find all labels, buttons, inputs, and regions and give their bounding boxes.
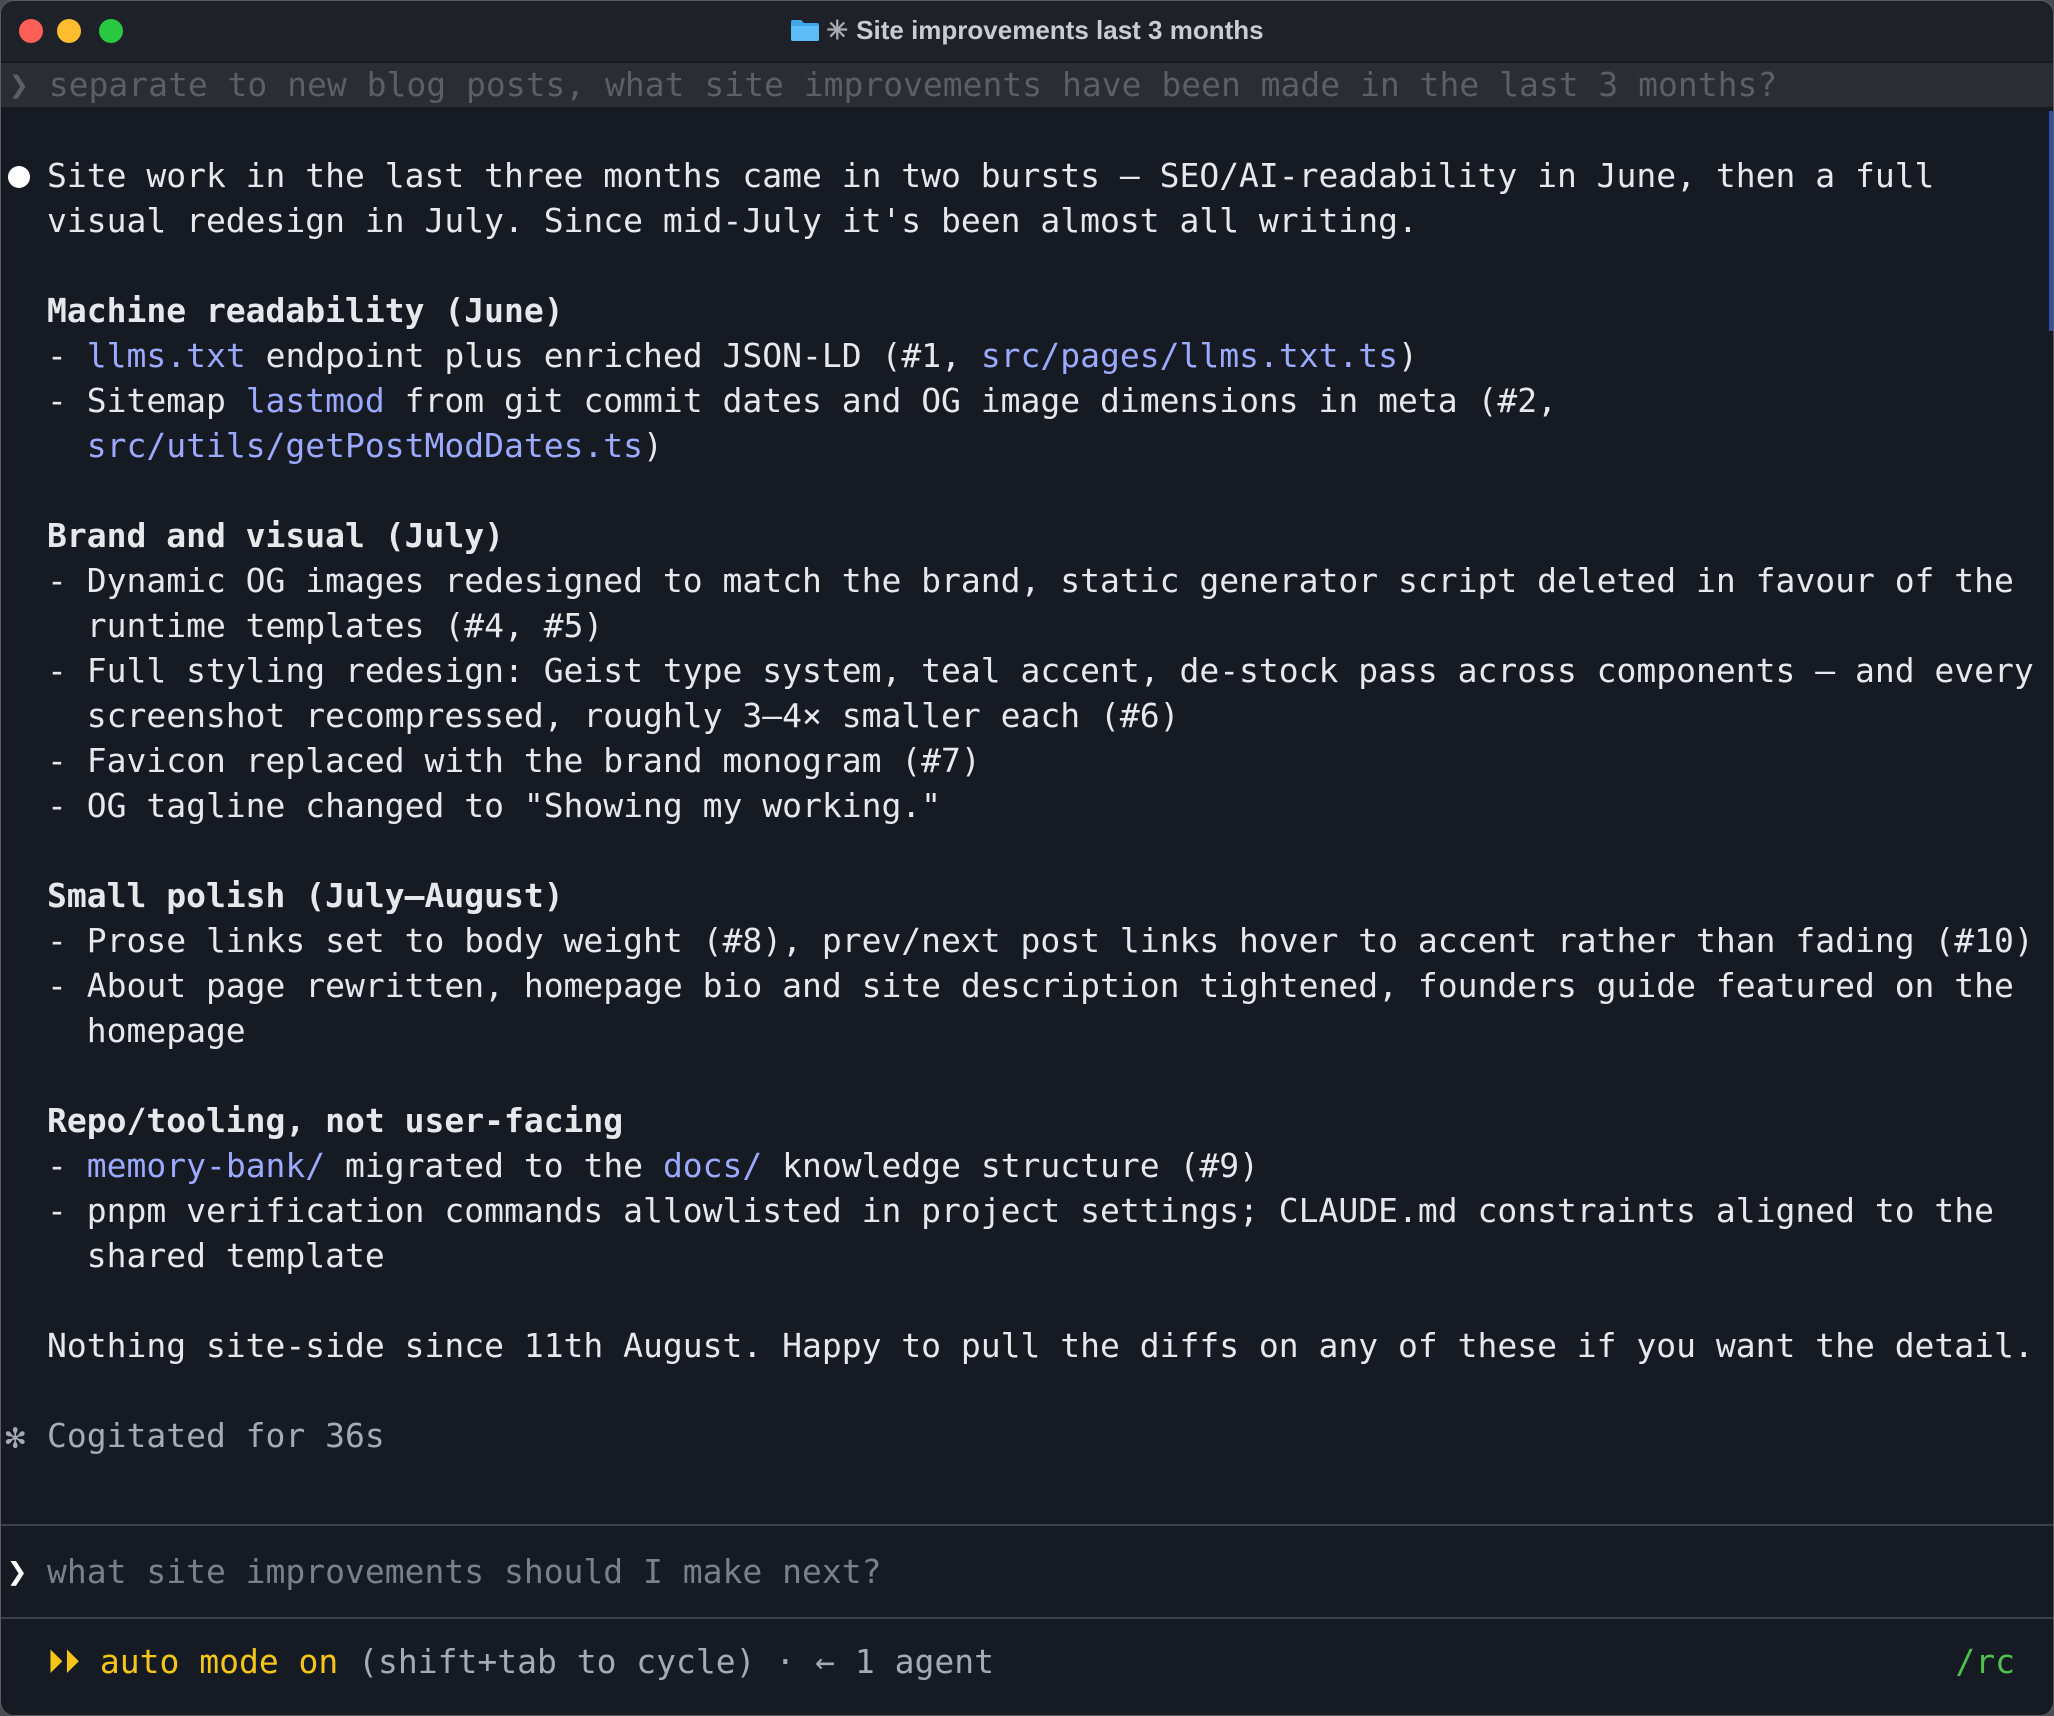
section-bullet-line: - About page rewritten, homepage bio and… — [47, 963, 2014, 1008]
section-bullet-line: shared template — [47, 1233, 385, 1278]
section-bullet-line: runtime templates (#4, #5) — [47, 603, 604, 648]
section-bullet-line: - pnpm verification commands allowlisted… — [47, 1188, 1994, 1233]
section-bullet-line: - Full styling redesign: Geist type syst… — [47, 648, 2034, 693]
section-heading: Brand and visual (July) — [47, 516, 504, 555]
auto-mode-icon: ⏵⏵ — [47, 1642, 80, 1681]
bullet-text: - — [47, 1146, 87, 1185]
input-chevron-icon: ❯ — [7, 1552, 28, 1592]
response-intro-line: Site work in the last three months came … — [47, 156, 1935, 195]
response-closing-line: Nothing site-side since 11th August. Hap… — [47, 1326, 2034, 1365]
bullet-text — [47, 426, 87, 465]
section-heading: Small polish (July–August) — [47, 876, 564, 915]
section-bullet-line: - Favicon replaced with the brand monogr… — [47, 738, 981, 783]
section-bullet-line: - Prose links set to body weight (#8), p… — [47, 918, 2034, 963]
bullet-text: - OG tagline changed to "Showing my work… — [47, 786, 942, 825]
prompt-chevron-icon: ❯ — [9, 65, 29, 104]
terminal-window: ✳ Site improvements last 3 months ❯ separ… — [0, 0, 2054, 1716]
bullet-text: shared template — [47, 1236, 385, 1275]
bullet-text: ) — [1398, 336, 1418, 375]
code-path-link[interactable]: docs/ — [663, 1146, 762, 1185]
bullet-text: - Full styling redesign: Geist type syst… — [47, 651, 2034, 690]
bullet-text: - Favicon replaced with the brand monogr… — [47, 741, 981, 780]
spark-icon: ✳ — [826, 15, 849, 45]
bullet-text: - Prose links set to body weight (#8), p… — [47, 921, 2034, 960]
mode-hint: (shift+tab to cycle) — [338, 1642, 756, 1681]
code-path-link[interactable]: memory-bank/ — [87, 1146, 325, 1185]
section-bullet-line: - llms.txt endpoint plus enriched JSON-L… — [47, 333, 1418, 378]
bullet-text: from git commit dates and OG image dimen… — [384, 381, 1557, 420]
window-title: Site improvements last 3 months — [856, 15, 1264, 45]
bullet-text: - pnpm verification commands allowlisted… — [47, 1191, 1995, 1230]
section-bullet-line: - Dynamic OG images redesigned to match … — [47, 558, 2014, 603]
section-heading: Machine readability (June) — [47, 291, 564, 330]
title-bar: ✳ Site improvements last 3 months — [1, 1, 2053, 61]
previous-prompt: ❯ separate to new blog posts, what site … — [1, 63, 2053, 107]
auto-mode-label: auto mode on — [99, 1642, 339, 1681]
prompt-input[interactable] — [47, 1549, 2007, 1595]
window-title-area: ✳ Site improvements last 3 months — [1, 13, 2053, 47]
agent-count: ← 1 agent — [815, 1642, 994, 1681]
section-bullet-line: - memory-bank/ migrated to the docs/ kno… — [47, 1143, 1259, 1188]
bullet-text: - About page rewritten, homepage bio and… — [47, 966, 2014, 1005]
response-intro-line: visual redesign in July. Since mid-July … — [47, 201, 1418, 240]
bullet-text: knowledge structure (#9) — [762, 1146, 1259, 1185]
bullet-text: runtime templates (#4, #5) — [47, 606, 604, 645]
previous-prompt-text: separate to new blog posts, what site im… — [48, 65, 1778, 104]
section-heading: Repo/tooling, not user-facing — [47, 1101, 624, 1140]
bullet-text: endpoint plus enriched JSON-LD (#1, — [245, 336, 981, 375]
bullet-text: screenshot recompressed, roughly 3–4× sm… — [47, 696, 1180, 735]
code-path-link[interactable]: llms.txt — [87, 336, 246, 375]
code-path-link[interactable]: lastmod — [246, 381, 385, 420]
bullet-text: migrated to the — [325, 1146, 663, 1185]
scrollbar[interactable] — [2049, 111, 2053, 331]
response-bullet-icon — [8, 166, 30, 188]
bullet-text: homepage — [47, 1011, 246, 1050]
bullet-text: ) — [643, 426, 663, 465]
thinking-spark-icon: ✻ — [5, 1417, 26, 1457]
input-divider-top — [1, 1524, 2053, 1526]
rc-command-link[interactable]: /rc — [1955, 1639, 2015, 1685]
bullet-text: - Dynamic OG images redesigned to match … — [47, 561, 2014, 600]
section-bullet-line: - OG tagline changed to "Showing my work… — [47, 783, 941, 828]
status-separator: · — [755, 1642, 816, 1681]
code-path-link[interactable]: src/pages/llms.txt.ts — [981, 336, 1398, 375]
section-bullet-line: src/utils/getPostModDates.ts) — [47, 423, 663, 468]
section-bullet-line: homepage — [47, 1008, 246, 1053]
section-bullet-line: screenshot recompressed, roughly 3–4× sm… — [47, 693, 1180, 738]
section-bullet-line: - Sitemap lastmod from git commit dates … — [47, 378, 1557, 423]
thinking-status: Cogitated for 36s — [47, 1416, 385, 1455]
code-path-link[interactable]: src/utils/getPostModDates.ts — [87, 426, 643, 465]
bullet-text: - Sitemap — [47, 381, 246, 420]
status-bar: ⏵⏵ auto mode on (shift+tab to cycle) · ←… — [47, 1639, 994, 1685]
input-divider-bottom — [1, 1617, 2053, 1619]
folder-icon — [791, 20, 820, 41]
bullet-text: - — [47, 336, 87, 375]
